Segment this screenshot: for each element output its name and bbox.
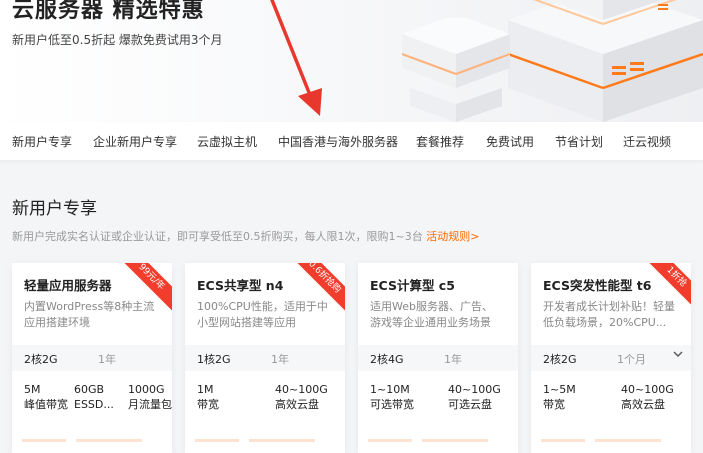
product-name: ECS计算型 c5 xyxy=(370,278,455,293)
hero-subtitle: 新用户低至0.5折起 爆款免费试用3个月 xyxy=(12,33,223,47)
tab-new-user[interactable]: 新用户专享 xyxy=(12,133,72,150)
feature-item: 40~100G 高效云盘 xyxy=(621,382,674,412)
card-footer xyxy=(541,433,681,447)
server-cube-illustration xyxy=(508,0,703,122)
spec-value: 2核2G xyxy=(543,353,577,366)
feature-label: 可选云盘 xyxy=(448,398,492,411)
feature-value: 1M xyxy=(197,383,214,396)
product-card-ecs-t6[interactable]: 1折抢 ECS突发性能型 t6 开发者成长计划补贴！轻量 低负载场景，20%CP… xyxy=(531,263,691,453)
tab-enterprise-new-user[interactable]: 企业新用户专享 xyxy=(93,133,177,150)
tab-package-recommend[interactable]: 套餐推荐 xyxy=(416,133,464,150)
category-tabs: 新用户专享 企业新用户专享 云虚拟主机 中国香港与海外服务器 套餐推荐 免费试用… xyxy=(0,122,703,161)
product-description-line: 小型网站搭建等应用 xyxy=(197,316,296,329)
feature-value: 5M xyxy=(24,383,41,396)
product-name: ECS突发性能型 t6 xyxy=(543,278,652,293)
product-description-line: 应用搭建环境 xyxy=(24,316,90,329)
feature-item: 1~10M 可选带宽 xyxy=(370,382,414,412)
card-footer xyxy=(195,433,335,447)
feature-value: 1~5M xyxy=(543,383,576,396)
product-description: 适用Web服务器、广告、 游戏等企业通用业务场景 xyxy=(370,299,510,331)
feature-value: 40~100G xyxy=(275,383,328,396)
tab-hk-overseas-servers[interactable]: 中国香港与海外服务器 xyxy=(278,133,398,150)
product-card-light-server[interactable]: 99元/年 轻量应用服务器 内置WordPress等8种主流 应用搭建环境 2核… xyxy=(12,263,172,453)
rules-link[interactable]: 活动规则> xyxy=(426,230,479,243)
spec-value: 2核2G xyxy=(24,353,58,366)
server-cube-small-illustration xyxy=(402,18,510,122)
product-card-ecs-n4[interactable]: 0.6折抢购 ECS共享型 n4 100%CPU性能，适用于中 小型网站搭建等应… xyxy=(185,263,345,453)
product-description-line: 内置WordPress等8种主流 xyxy=(24,300,155,313)
feature-value: 40~100G xyxy=(621,383,674,396)
feature-item: 1~5M 带宽 xyxy=(543,382,576,412)
feature-item: 60GB ESSD... xyxy=(74,382,114,412)
product-description-line: 100%CPU性能，适用于中 xyxy=(197,300,328,313)
feature-item: 1M 带宽 xyxy=(197,382,219,412)
duration-value: 1个月 xyxy=(617,353,646,366)
feature-value: 1~10M xyxy=(370,383,410,396)
feature-value: 40~100G xyxy=(448,383,501,396)
feature-value: 1000G xyxy=(128,383,165,396)
tab-free-trial[interactable]: 免费试用 xyxy=(486,133,534,150)
spec-value: 1核2G xyxy=(197,353,231,366)
product-description: 内置WordPress等8种主流 应用搭建环境 xyxy=(24,299,164,331)
feature-label: ESSD... xyxy=(74,398,114,411)
product-description: 100%CPU性能，适用于中 小型网站搭建等应用 xyxy=(197,299,337,331)
section-description: 新用户完成实名认证或企业认证，即可享受低至0.5折购买，每人限1次，限购1~3台… xyxy=(12,228,479,244)
product-name: ECS共享型 n4 xyxy=(197,278,284,293)
product-description-line: 游戏等企业通用业务场景 xyxy=(370,316,491,329)
product-description-line: 低负载场景，20%CPU... xyxy=(543,316,667,329)
spec-selector[interactable]: 1核2G 1年 xyxy=(185,345,345,371)
feature-label: 高效云盘 xyxy=(621,398,665,411)
spec-selector[interactable]: 2核4G 1年 xyxy=(358,345,518,371)
product-description-line: 适用Web服务器、广告、 xyxy=(370,300,493,313)
feature-item: 40~100G 可选云盘 xyxy=(448,382,501,412)
duration-value: 1年 xyxy=(271,353,289,366)
feature-item: 5M 峰值带宽 xyxy=(24,382,68,412)
section-description-text: 新用户完成实名认证或企业认证，即可享受低至0.5折购买，每人限1次，限购1~3台 xyxy=(12,230,423,243)
tab-migration-video[interactable]: 迁云视频 xyxy=(623,133,671,150)
down-right-arrow-icon xyxy=(270,0,322,116)
feature-label: 高效云盘 xyxy=(275,398,319,411)
feature-label: 带宽 xyxy=(543,398,565,411)
chevron-down-icon[interactable] xyxy=(673,349,683,362)
product-name: 轻量应用服务器 xyxy=(24,278,112,293)
hero-banner: 云服务器 精选特惠 新用户低至0.5折起 爆款免费试用3个月 xyxy=(0,0,703,122)
duration-value: 1年 xyxy=(98,353,116,366)
product-description-line: 开发者成长计划补贴！轻量 xyxy=(543,300,675,313)
card-footer xyxy=(22,433,162,447)
feature-label: 可选带宽 xyxy=(370,398,414,411)
feature-item: 1000G 月流量包 xyxy=(128,382,172,412)
feature-label: 月流量包 xyxy=(128,398,172,411)
feature-label: 带宽 xyxy=(197,398,219,411)
spec-selector[interactable]: 2核2G 1年 xyxy=(12,345,172,371)
hero-title: 云服务器 精选特惠 xyxy=(12,0,205,23)
feature-label: 峰值带宽 xyxy=(24,398,68,411)
feature-item: 40~100G 高效云盘 xyxy=(275,382,328,412)
duration-value: 1年 xyxy=(444,353,462,366)
card-footer xyxy=(368,433,508,447)
product-card-ecs-c5[interactable]: ECS计算型 c5 适用Web服务器、广告、 游戏等企业通用业务场景 2核4G … xyxy=(358,263,518,453)
feature-value: 60GB xyxy=(74,383,105,396)
spec-selector[interactable]: 2核2G 1个月 xyxy=(531,345,691,371)
spec-value: 2核4G xyxy=(370,353,404,366)
tab-savings-plan[interactable]: 节省计划 xyxy=(555,133,603,150)
tab-virtual-host[interactable]: 云虚拟主机 xyxy=(197,133,257,150)
section-title: 新用户专享 xyxy=(12,199,97,219)
product-description: 开发者成长计划补贴！轻量 低负载场景，20%CPU... xyxy=(543,299,683,331)
